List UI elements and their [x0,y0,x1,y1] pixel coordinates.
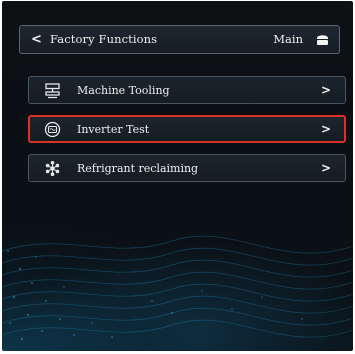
machine-tooling-icon [45,83,60,99]
chevron-right-icon: > [320,83,331,97]
menu-item-label: Refrigrant reclaiming [77,162,199,175]
chevron-right-icon: > [320,161,331,175]
menu-item-inverter-test[interactable]: Inverter Test > [28,115,346,143]
menu-item-label: Inverter Test [77,123,150,136]
page-title: Factory Functions [50,32,158,46]
inverter-icon [44,121,61,138]
back-button[interactable]: < [31,31,42,48]
menu-item-machine-tooling[interactable]: Machine Tooling > [28,76,346,104]
header-bar: < Factory Functions Main [19,25,340,54]
screen: < Factory Functions Main Machine Tooling… [0,0,355,354]
app-panel: < Factory Functions Main Machine Tooling… [2,1,353,351]
snowflake-icon [45,161,60,176]
main-link[interactable]: Main [273,32,303,47]
menu-item-refrigerant-reclaiming[interactable]: Refrigrant reclaiming > [28,154,346,182]
home-icon[interactable] [315,32,330,47]
chevron-right-icon: > [320,122,331,136]
menu-item-label: Machine Tooling [77,84,170,97]
